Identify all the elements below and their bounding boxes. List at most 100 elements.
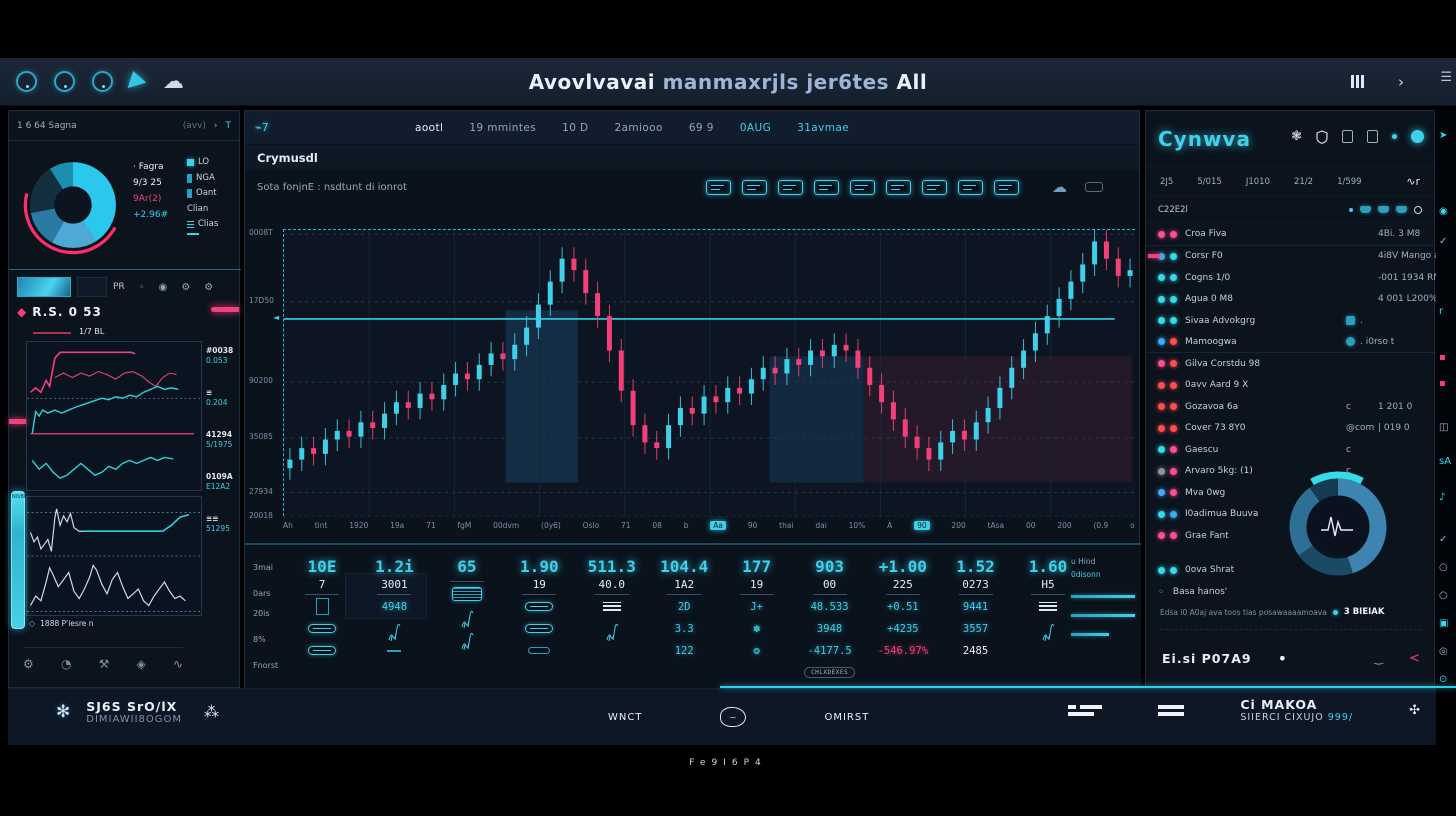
watchlist-row[interactable]: Corsr F04i8V Mango a 8 90 (1146, 246, 1436, 268)
pill-icon[interactable] (1396, 206, 1407, 213)
legend-item[interactable] (187, 233, 218, 235)
chip-icon[interactable] (1085, 182, 1103, 192)
legend-item[interactable]: NGA (187, 171, 218, 187)
footer-center-right-label[interactable]: OMIRST (824, 712, 869, 723)
watchlist-row[interactable]: Gilva Corstdu 98 (1146, 353, 1436, 375)
chart-tool-button[interactable] (958, 180, 983, 195)
watchlist-row[interactable]: Gozavoa 6ac1 201 0 (1146, 396, 1436, 418)
circle-icon[interactable]: ◉ (159, 282, 168, 293)
edge-icon[interactable]: sA (1439, 456, 1451, 467)
stat-tile[interactable]: 1.9019 (514, 545, 564, 683)
columns-icon[interactable] (1351, 75, 1364, 88)
undo-icon[interactable]: ‿ (1374, 652, 1383, 665)
candlestick-chart[interactable] (283, 229, 1135, 516)
edge-icon[interactable]: ⊙ (1439, 674, 1447, 685)
timeframe-item[interactable]: 19 mmintes (469, 122, 536, 134)
bars-notch-icon[interactable] (1068, 702, 1102, 719)
pin-icon[interactable]: T (226, 121, 232, 131)
range-slider[interactable]: N0/88 (11, 491, 25, 629)
edge-icon[interactable]: ▣ (1439, 618, 1448, 629)
watchlist-row[interactable]: 0avv Aard 9 X (1146, 375, 1436, 397)
back-icon[interactable]: < (1409, 651, 1420, 666)
shield-icon[interactable] (1316, 130, 1328, 144)
edge-icon[interactable]: ✓ (1439, 534, 1447, 545)
watchlist-tab[interactable]: J1010 (1246, 177, 1270, 187)
panel-toggle-icon[interactable]: ⌁7 (255, 121, 269, 134)
stat-tile[interactable]: 104.41A22D3.3122 (659, 545, 709, 683)
edge-icon[interactable]: ♪ (1439, 492, 1445, 503)
watchlist-tab[interactable]: 5/015 (1197, 177, 1222, 187)
pill-icon[interactable] (1378, 206, 1389, 213)
bars-icon[interactable] (1158, 702, 1184, 719)
stat-tile[interactable]: 10E7 (297, 545, 347, 683)
watchlist-tab[interactable]: 21/2 (1294, 177, 1313, 187)
empty-tab[interactable] (77, 277, 107, 297)
pill-icon[interactable] (1360, 206, 1371, 213)
stat-tile[interactable]: 511.340.0 (587, 545, 637, 683)
timeframe-item[interactable]: 10 D (562, 122, 588, 134)
toggle-icon[interactable] (1411, 130, 1424, 143)
footer-center-left-label[interactable]: WNCT (608, 712, 642, 723)
gear-icon[interactable]: ⚙ (181, 282, 190, 293)
menu-icon[interactable]: ☰ (1440, 70, 1452, 85)
signature-icon[interactable]: ∿r (1406, 175, 1420, 188)
rsi-chart[interactable] (26, 341, 202, 491)
gear-icon[interactable]: ⚙ (204, 282, 213, 293)
chart-tool-button[interactable] (814, 180, 839, 195)
edge-icon[interactable]: r (1439, 306, 1443, 317)
asterisk-icon[interactable]: ⁂ (204, 703, 219, 721)
stat-tile[interactable]: +1.00225+0.51+4235-546.97% (878, 545, 929, 683)
watchlist-row[interactable]: Sivaa Advokgrg. (1146, 310, 1436, 332)
droplet-icon[interactable]: ◦ (139, 282, 145, 293)
sidebar-header-chevron[interactable]: › (214, 121, 218, 131)
doodle-face-icon[interactable]: ~ (720, 707, 746, 727)
chart-tool-button[interactable] (742, 180, 767, 195)
chart-tool-button[interactable] (994, 180, 1019, 195)
chart-tool-button[interactable] (778, 180, 803, 195)
watchlist-row[interactable]: Cogns 1/0-001 1934 RN0 (1146, 267, 1436, 289)
chart-tool-button[interactable] (706, 180, 731, 195)
timeframe-item[interactable]: aootl (415, 122, 443, 134)
hammer-icon[interactable]: ⚒ (99, 657, 110, 671)
watchlist-tab[interactable]: 1/599 (1337, 177, 1362, 187)
clock-icon[interactable]: ◔ (61, 657, 71, 671)
edge-icon[interactable]: ▪ (1439, 352, 1446, 363)
ring-icon[interactable] (1414, 206, 1422, 214)
stat-tile[interactable]: 1.2i30014948 (369, 545, 419, 683)
edge-icon[interactable]: ▪ (1439, 378, 1446, 389)
gear-icon[interactable]: ⚙ (23, 657, 34, 671)
watchlist-row[interactable]: Gaescuc (1146, 439, 1436, 461)
legend-item[interactable]: LO (187, 155, 218, 171)
allocation-donut-chart[interactable] (17, 149, 129, 261)
chart-thumbnail-tab[interactable] (17, 277, 71, 297)
chart-tool-button[interactable] (886, 180, 911, 195)
edge-icon[interactable]: ◉ (1439, 206, 1448, 217)
chart-tool-button[interactable] (922, 180, 947, 195)
device-icon[interactable] (1367, 130, 1378, 143)
watchlist-row[interactable]: ◦Basa hanos' (1146, 581, 1306, 603)
tab-label[interactable]: PR (113, 282, 125, 292)
sparkle-icon[interactable]: ✣ (1409, 703, 1420, 718)
edge-icon[interactable]: ○ (1439, 562, 1448, 573)
stat-tile[interactable]: 1.520273944135572485 (951, 545, 1001, 683)
edge-icon[interactable]: ○ (1439, 590, 1448, 601)
watchlist-row[interactable]: Croa Fiva4Bi. 3 M8 (1146, 224, 1436, 246)
stat-tile[interactable]: 17719J+✽❂ (732, 545, 782, 683)
wave-icon[interactable]: ∿ (173, 657, 183, 671)
stat-tile[interactable]: 65 (442, 545, 492, 683)
timeframe-item[interactable]: 0AUG (740, 122, 771, 134)
edge-icon[interactable]: ◎ (1439, 646, 1448, 657)
chevron-right-icon[interactable]: › (1398, 73, 1404, 91)
flower-icon[interactable]: ❃ (1291, 129, 1302, 144)
cloud-icon[interactable]: ☁ (1052, 178, 1067, 196)
stat-tile[interactable]: 1.60H5 (1023, 545, 1073, 683)
legend-item[interactable]: Oant (187, 186, 218, 202)
legend-item[interactable]: Clian (187, 202, 218, 218)
toggle-dot-icon[interactable] (1392, 134, 1397, 139)
device-icon[interactable] (1342, 130, 1353, 143)
alert-badge[interactable] (211, 307, 239, 312)
timeframe-item[interactable]: 69 9 (689, 122, 714, 134)
edge-icon[interactable]: ◫ (1439, 422, 1448, 433)
dot-icon[interactable] (1349, 208, 1353, 212)
momentum-chart[interactable] (26, 496, 202, 616)
